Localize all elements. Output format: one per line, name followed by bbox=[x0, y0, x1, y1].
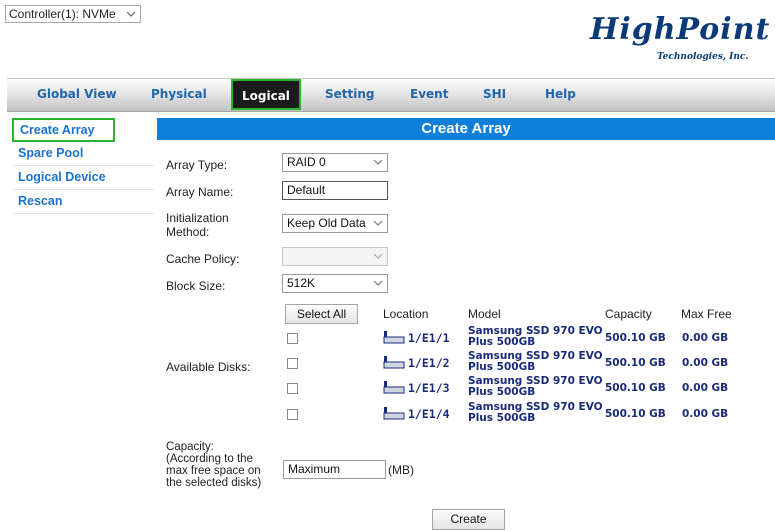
disk-model: Samsung SSD 970 EVO Plus 500GB bbox=[468, 376, 608, 398]
disk-capacity: 500.10 GB bbox=[605, 332, 666, 344]
tab-shi[interactable]: SHI bbox=[483, 87, 506, 101]
chevron-down-icon bbox=[373, 248, 383, 271]
capacity-label: Capacity: (According to the max free spa… bbox=[166, 441, 261, 489]
capacity-label-line2: (According to the bbox=[166, 453, 253, 465]
array-type-value: RAID 0 bbox=[287, 155, 326, 169]
column-header-capacity: Capacity bbox=[605, 307, 652, 321]
tab-event[interactable]: Event bbox=[410, 87, 448, 101]
capacity-input[interactable]: Maximum bbox=[283, 460, 386, 479]
controller-select[interactable]: Controller(1): NVMe bbox=[5, 5, 141, 23]
disk-capacity: 500.10 GB bbox=[605, 357, 666, 369]
disk-location: 1/E1/1 bbox=[383, 330, 450, 347]
disk-checkbox[interactable] bbox=[287, 383, 298, 394]
cache-policy-select[interactable] bbox=[282, 247, 388, 266]
disk-model-line2: Plus 500GB bbox=[468, 386, 536, 398]
disk-location: 1/E1/3 bbox=[383, 380, 450, 397]
block-size-label: Block Size: bbox=[166, 279, 226, 293]
capacity-label-line3: max free space on bbox=[166, 465, 261, 477]
init-method-label: Initialization Method: bbox=[166, 211, 229, 239]
capacity-unit: (MB) bbox=[388, 463, 414, 477]
logo-text: HighPoint bbox=[590, 12, 771, 47]
disk-checkbox[interactable] bbox=[287, 358, 298, 369]
disk-capacity: 500.10 GB bbox=[605, 408, 666, 420]
disk-drive-icon bbox=[383, 406, 405, 423]
cache-policy-label: Cache Policy: bbox=[166, 252, 240, 266]
disk-location-text: 1/E1/2 bbox=[408, 356, 450, 370]
tab-setting[interactable]: Setting bbox=[325, 87, 375, 101]
disk-location-text: 1/E1/3 bbox=[408, 381, 450, 395]
capacity-value: Maximum bbox=[288, 462, 341, 476]
tab-physical[interactable]: Physical bbox=[151, 87, 207, 101]
tab-help[interactable]: Help bbox=[545, 87, 576, 101]
capacity-label-line4: the selected disks) bbox=[166, 477, 262, 489]
array-name-value: Default bbox=[287, 183, 326, 197]
chevron-down-icon bbox=[126, 7, 136, 24]
disk-max-free: 0.00 GB bbox=[682, 382, 729, 394]
disk-model: Samsung SSD 970 EVO Plus 500GB bbox=[468, 326, 608, 348]
highpoint-logo: HighPoint Technologies, Inc. bbox=[590, 12, 775, 64]
disk-drive-icon bbox=[383, 330, 405, 347]
disk-drive-icon bbox=[383, 380, 405, 397]
sidebar-item-create-array[interactable]: Create Array bbox=[12, 118, 115, 142]
disk-max-free: 0.00 GB bbox=[682, 408, 729, 420]
array-name-label: Array Name: bbox=[166, 185, 234, 199]
chevron-down-icon bbox=[373, 275, 383, 298]
disk-capacity: 500.10 GB bbox=[605, 382, 666, 394]
main-navigation: Global View Physical Logical Setting Eve… bbox=[7, 78, 775, 112]
disk-checkbox[interactable] bbox=[287, 333, 298, 344]
disk-location-text: 1/E1/1 bbox=[408, 331, 450, 345]
page-title: Create Array bbox=[157, 118, 775, 140]
available-disks-label: Available Disks: bbox=[166, 360, 251, 374]
chevron-down-icon bbox=[373, 154, 383, 177]
chevron-down-icon bbox=[373, 215, 383, 232]
disk-model-line2: Plus 500GB bbox=[468, 336, 536, 348]
disk-location: 1/E1/2 bbox=[383, 355, 450, 372]
column-header-model: Model bbox=[468, 307, 501, 321]
sidebar-item-spare-pool[interactable]: Spare Pool bbox=[12, 142, 154, 166]
sidebar-item-logical-device[interactable]: Logical Device bbox=[12, 166, 154, 190]
logo-subtext: Technologies, Inc. bbox=[657, 52, 749, 62]
array-name-input[interactable]: Default bbox=[282, 181, 388, 200]
disk-model-line2: Plus 500GB bbox=[468, 361, 536, 373]
disk-model: Samsung SSD 970 EVO Plus 500GB bbox=[468, 351, 608, 373]
init-method-label-line2: Method: bbox=[166, 225, 210, 239]
init-method-label-line1: Initialization bbox=[166, 211, 229, 225]
sidebar: Create Array Spare Pool Logical Device R… bbox=[12, 118, 154, 214]
column-header-max-free: Max Free bbox=[681, 307, 732, 321]
column-header-location: Location bbox=[383, 307, 429, 321]
block-size-select[interactable]: 512K bbox=[282, 274, 388, 293]
create-button[interactable]: Create bbox=[432, 509, 505, 530]
array-type-select[interactable]: RAID 0 bbox=[282, 153, 388, 172]
disk-location: 1/E1/4 bbox=[383, 406, 450, 423]
array-type-label: Array Type: bbox=[166, 158, 228, 172]
init-method-value: Keep Old Data bbox=[287, 216, 366, 230]
disk-model: Samsung SSD 970 EVO Plus 500GB bbox=[468, 402, 608, 424]
disk-drive-icon bbox=[383, 355, 405, 372]
tab-logical[interactable]: Logical bbox=[231, 79, 301, 110]
sidebar-item-rescan[interactable]: Rescan bbox=[12, 190, 154, 214]
tab-global-view[interactable]: Global View bbox=[37, 87, 117, 101]
capacity-label-line1: Capacity: bbox=[166, 441, 214, 453]
block-size-value: 512K bbox=[287, 276, 316, 290]
disk-max-free: 0.00 GB bbox=[682, 332, 729, 344]
select-all-button[interactable]: Select All bbox=[285, 304, 358, 324]
disk-checkbox[interactable] bbox=[287, 409, 298, 420]
disk-model-line2: Plus 500GB bbox=[468, 412, 536, 424]
init-method-select[interactable]: Keep Old Data bbox=[282, 214, 388, 233]
controller-select-value: Controller(1): NVMe bbox=[9, 7, 116, 21]
disk-location-text: 1/E1/4 bbox=[408, 407, 450, 421]
disk-max-free: 0.00 GB bbox=[682, 357, 729, 369]
